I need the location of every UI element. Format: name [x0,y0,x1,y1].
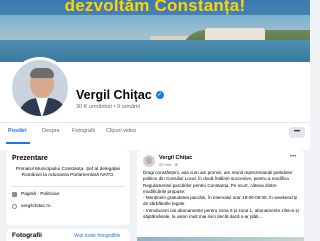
intro-category: Pagină · Politician [21,192,60,197]
profile-tabs: Postări Despre Fotografii Clipuri video … [0,122,310,144]
profile-avatar[interactable] [9,57,71,119]
post-author[interactable]: Vergil Chițac [159,155,192,161]
post-paragraph: - Introducem noi abonamente pentru zona … [143,207,299,220]
photos-card: Fotografii Vezi toate fotografiile [6,229,130,241]
avatar-hair [30,68,54,78]
post-paragraph: - Menținem gratuitatea parcării, în inte… [143,195,298,207]
active-tab-indicator [6,142,30,144]
cover-headline: dezvoltăm Constanța! [64,0,246,15]
intro-website-row[interactable]: vergilchitac.ro [12,204,51,209]
intro-card: Prezentare Primarul Municipiului Constan… [6,150,130,225]
post-image[interactable] [137,237,304,241]
tab-about[interactable]: Despre [42,128,60,134]
profile-stats[interactable]: 30 K urmăritori • 9 urmăriri [76,104,140,110]
intro-website[interactable]: vergilchitac.ro [21,204,51,209]
profile-name-row: Vergil Chițac ✓ [76,88,164,102]
info-icon [12,192,17,197]
tab-posts[interactable]: Postări [8,128,27,134]
profile-name[interactable]: Vergil Chițac [76,88,152,102]
intro-bio: Primarul Municipiului Constanța. Șef al … [15,167,121,178]
intro-category-row: Pagină · Politician [12,192,59,197]
post-card: Vergil Chițac 22 min · ⊕ ••• Dragi const… [137,150,304,241]
verified-badge-icon: ✓ [155,91,164,99]
tab-videos[interactable]: Clipuri video [106,128,136,134]
more-options-button[interactable]: ••• [289,127,305,138]
cover-photo[interactable]: dezvoltăm Constanța! [0,0,310,62]
post-paragraph: Dragi constănțeni, așa cum am promis, am… [143,170,293,194]
tab-photos[interactable]: Fotografii [72,128,95,134]
photos-title: Fotografii [12,232,42,239]
see-all-photos-link[interactable]: Vezi toate fotografiile [74,233,120,239]
intro-divider [12,186,124,187]
link-icon [12,204,17,209]
post-text: Dragi constănțeni, așa cum am promis, am… [143,170,300,220]
intro-title: Prezentare [12,155,48,162]
post-menu-icon[interactable]: ••• [290,154,296,160]
post-author-avatar[interactable] [143,155,155,167]
post-timestamp[interactable]: 22 min · ⊕ [159,162,178,167]
